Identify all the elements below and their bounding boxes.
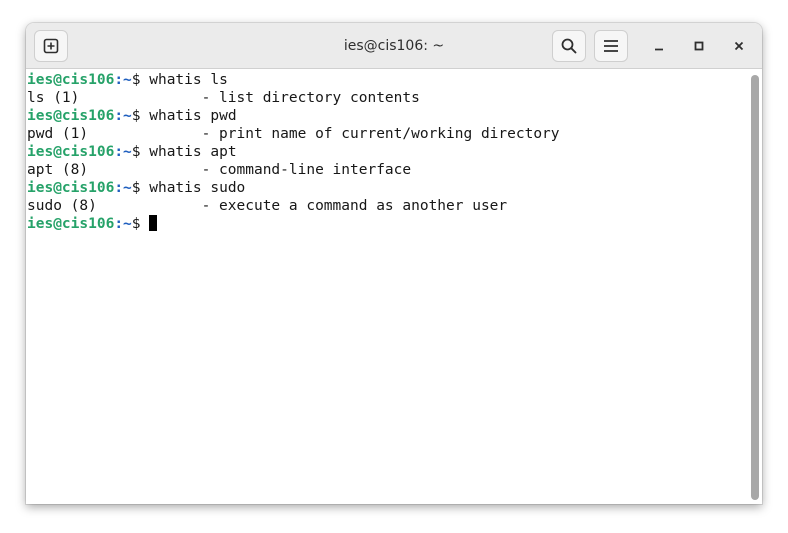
prompt-user: ies@cis106	[27, 108, 115, 124]
prompt-symbol: $	[131, 72, 141, 88]
minimize-button[interactable]	[645, 32, 673, 60]
terminal-line: ies@cis106:~$ whatis ls	[27, 71, 228, 89]
prompt-symbol: $	[131, 180, 141, 196]
close-icon	[734, 41, 744, 51]
prompt-symbol: $	[131, 108, 141, 124]
prompt-symbol: $	[131, 144, 141, 160]
prompt-user: ies@cis106	[27, 216, 115, 232]
prompt-user: ies@cis106	[27, 144, 115, 160]
minimize-icon	[655, 48, 663, 51]
terminal-line: sudo (8) - execute a command as another …	[27, 198, 508, 214]
menu-button[interactable]	[594, 30, 628, 62]
command-text: whatis sudo	[140, 180, 246, 196]
terminal-line: ies@cis106:~$ whatis sudo	[27, 179, 245, 197]
prompt-path: :~	[114, 216, 132, 232]
terminal-line: pwd (1) - print name of current/working …	[27, 126, 560, 142]
terminal-window: ies@cis106: ~ ies@cis106:~$ whatis ls ls…	[26, 23, 762, 504]
command-text	[141, 216, 150, 232]
prompt-path: :~	[114, 108, 132, 124]
scrollbar-thumb[interactable]	[751, 75, 759, 500]
command-text: whatis apt	[140, 144, 237, 160]
prompt-path: :~	[114, 144, 132, 160]
close-button[interactable]	[725, 32, 753, 60]
command-text: whatis ls	[140, 72, 228, 88]
prompt-user: ies@cis106	[27, 72, 115, 88]
new-tab-button[interactable]	[34, 30, 68, 62]
terminal-line: ls (1) - list directory contents	[27, 90, 420, 106]
command-text: whatis pwd	[140, 108, 237, 124]
prompt-path: :~	[114, 180, 132, 196]
terminal-line: ies@cis106:~$	[27, 215, 158, 233]
prompt-path: :~	[114, 72, 132, 88]
text-cursor	[149, 215, 158, 231]
title-bar[interactable]: ies@cis106: ~	[26, 23, 762, 69]
prompt-symbol: $	[131, 216, 141, 232]
terminal-line: apt (8) - command-line interface	[27, 162, 412, 178]
terminal-line: ies@cis106:~$ whatis pwd	[27, 107, 237, 125]
maximize-icon	[694, 41, 704, 51]
maximize-button[interactable]	[685, 32, 713, 60]
prompt-user: ies@cis106	[27, 180, 115, 196]
terminal-output[interactable]: ies@cis106:~$ whatis ls ls (1) - list di…	[26, 69, 748, 504]
terminal-line: ies@cis106:~$ whatis apt	[27, 143, 237, 161]
hamburger-menu-icon	[604, 40, 618, 52]
search-icon	[561, 38, 577, 54]
scrollbar[interactable]	[748, 69, 762, 504]
new-tab-icon	[43, 38, 59, 54]
search-button[interactable]	[552, 30, 586, 62]
